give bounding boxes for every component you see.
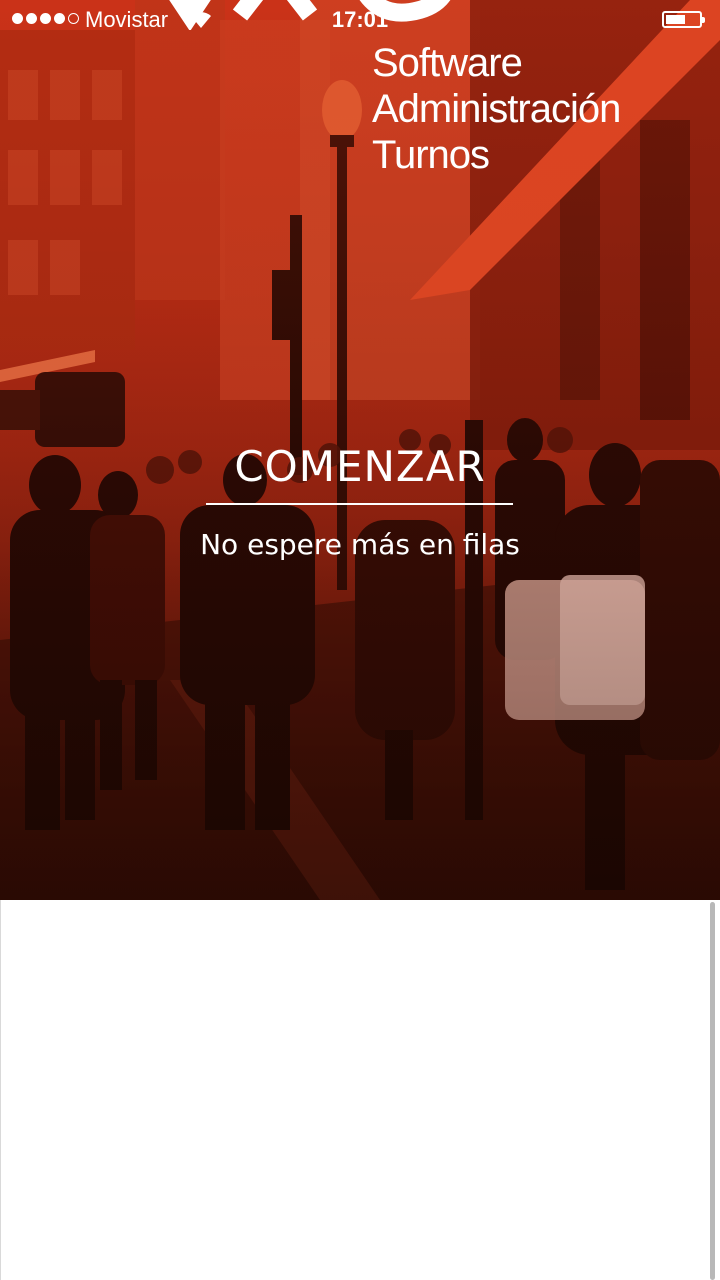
hero-banner: Software Administración Turnos COMENZAR … [0, 0, 720, 900]
logo-wordmark: Software Administración Turnos [372, 40, 621, 178]
logo-line-2: Administración [372, 87, 621, 131]
hero-subtitle: No espere más en filas [200, 528, 520, 561]
status-bar: Movistar 17:01 [0, 0, 720, 40]
content-area [0, 900, 720, 1280]
logo-line-3: Turnos [372, 133, 490, 177]
battery-icon [662, 11, 705, 28]
logo-line-1: Software [372, 41, 523, 85]
start-button[interactable]: COMENZAR [0, 442, 720, 491]
scrollbar[interactable] [710, 902, 715, 1280]
app-screen: Software Administración Turnos COMENZAR … [0, 0, 720, 1280]
status-time: 17:01 [331, 7, 389, 32]
cta-divider [206, 503, 513, 505]
